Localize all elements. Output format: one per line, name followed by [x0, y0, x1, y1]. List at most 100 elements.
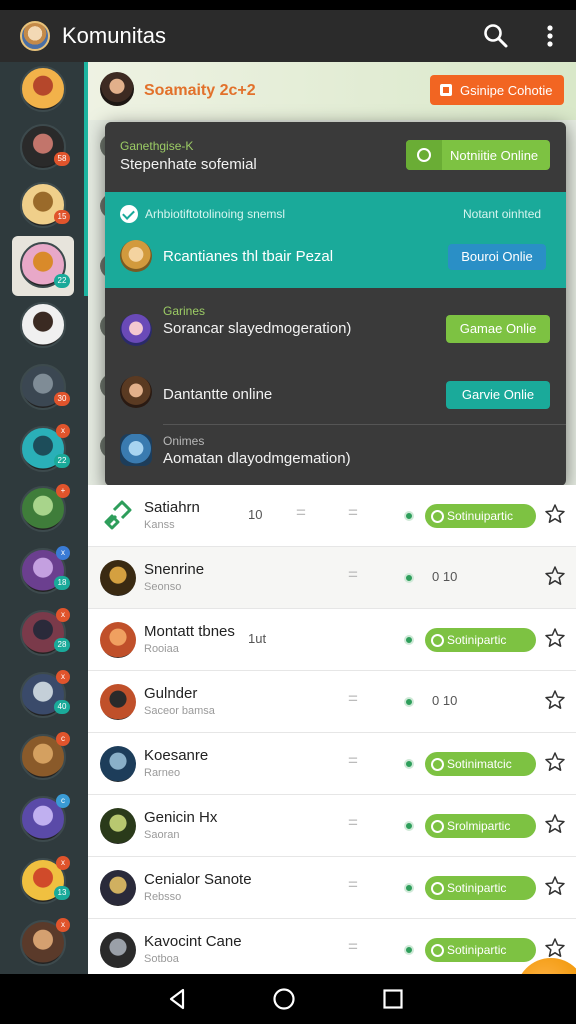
star-outline-icon[interactable]: [544, 627, 566, 649]
avatar: [120, 434, 152, 466]
list-item-sub: Rooiaa: [144, 643, 179, 655]
list-item[interactable]: Montatt tbnes Rooiaa 1ut Sotinipartic: [88, 609, 576, 671]
app-avatar[interactable]: [20, 21, 50, 51]
count-badge: 18: [54, 576, 70, 590]
count-badge: 30: [54, 392, 70, 406]
status-dot: x: [56, 608, 70, 622]
list-item[interactable]: Snenrine Seonso = 0 10: [88, 547, 576, 609]
rail-community-item[interactable]: x: [20, 918, 70, 966]
popup-item-button[interactable]: Garvie Onlie: [446, 381, 550, 409]
list-item-status: 0 10: [432, 693, 458, 708]
status-dot: c: [56, 794, 70, 808]
avatar: [20, 302, 66, 348]
list-item[interactable]: Koesanre Rarneo = Sotinimatcic: [88, 733, 576, 795]
status-dot: x: [56, 546, 70, 560]
community-rail: 58 15 22 30 22 x +18 x 28 x 40 x c c 13 x x: [0, 62, 88, 974]
rail-community-item[interactable]: 18 x: [20, 546, 70, 594]
popup-item[interactable]: Dantantte online Garvie Onlie: [105, 362, 566, 428]
count-badge: 28: [54, 638, 70, 652]
star-outline-icon[interactable]: [544, 689, 566, 711]
avatar: [100, 746, 136, 782]
popup-status-button[interactable]: Notniitie Online: [406, 140, 550, 170]
app-title: Komunitas: [62, 23, 166, 48]
link-icon: [104, 500, 132, 530]
rail-community-item[interactable]: c: [20, 732, 70, 780]
online-dot: [404, 697, 414, 707]
popup-item-button[interactable]: Gamae Onlie: [446, 315, 550, 343]
more-vert-icon[interactable]: [538, 22, 562, 50]
status-bar: [0, 0, 576, 10]
star-outline-icon[interactable]: [544, 751, 566, 773]
rail-community-item[interactable]: 13 x: [20, 856, 70, 904]
status-popup: Ganethgise-K Stepenhate sofemial Notniit…: [105, 122, 566, 486]
popup-title: Stepenhate sofemial: [120, 156, 257, 173]
rail-community-item[interactable]: 30: [20, 364, 70, 410]
rail-community-item[interactable]: [20, 302, 66, 348]
popup-item[interactable]: Onimes Aomatan dlayodmgemation): [105, 422, 566, 486]
recents-square-icon[interactable]: [380, 986, 406, 1012]
avatar: [100, 808, 136, 844]
avatar: [100, 684, 136, 720]
status-dot: x: [56, 424, 70, 438]
online-dot: [404, 573, 414, 583]
flag-icon: [440, 84, 452, 96]
featured-action-button[interactable]: Gsinipe Cohotie: [430, 75, 564, 105]
list-item[interactable]: Satiahrn Kanss 10 = = Sotinuipartic: [88, 485, 576, 547]
star-outline-icon[interactable]: [544, 565, 566, 587]
status-dot: x: [56, 918, 70, 932]
search-icon[interactable]: [482, 22, 510, 50]
popup-item-sub: Onimes: [163, 434, 205, 448]
popup-item[interactable]: Garines Sorancar slayedmogeration) Gamae…: [105, 292, 566, 358]
list-item-sub: Seonso: [144, 581, 182, 593]
featured-card[interactable]: Soamaity 2c+2 Gsinipe Cohotie: [88, 62, 576, 120]
participation-tag[interactable]: Sotinuipartic: [425, 504, 536, 528]
list-item-name: Snenrine: [144, 561, 205, 578]
star-outline-icon[interactable]: [544, 503, 566, 525]
rail-community-item[interactable]: [20, 66, 66, 112]
online-dot: [404, 945, 414, 955]
participation-tag[interactable]: Sotinipartic: [425, 938, 536, 962]
rail-community-item[interactable]: 28 x: [20, 608, 70, 656]
list-item-sub: Sotboa: [144, 953, 179, 965]
status-dot: +: [56, 484, 70, 498]
list-item[interactable]: Gulnder Saceor bamsa = 0 10: [88, 671, 576, 733]
list-item[interactable]: Genicin Hx Saoran = Srolmipartic: [88, 795, 576, 857]
rail-community-item[interactable]: c: [20, 794, 70, 842]
participation-tag[interactable]: Srolmipartic: [425, 814, 536, 838]
list-item-name: Cenialor Sanote: [144, 871, 252, 888]
selected-name: Rcantianes thl tbair Pezal: [163, 248, 334, 265]
count-badge: 40: [54, 700, 70, 714]
participation-tag[interactable]: Sotinipartic: [425, 876, 536, 900]
popup-item-name: Sorancar slayedmogeration): [163, 320, 352, 337]
list-item[interactable]: Kavocint Cane Sotboa = Sotinipartic: [88, 919, 576, 974]
home-circle-icon[interactable]: [271, 986, 297, 1012]
back-triangle-icon[interactable]: [164, 986, 190, 1012]
list-item-sub: Kanss: [144, 519, 175, 531]
rail-community-item[interactable]: 58: [20, 124, 70, 170]
rail-community-item[interactable]: 22 x: [20, 424, 70, 472]
status-dot: x: [56, 856, 70, 870]
rail-community-item[interactable]: 22: [12, 236, 74, 296]
main-panel: Soamaity 2c+2 Gsinipe Cohotie Ganethgise…: [88, 62, 576, 974]
selected-online-button[interactable]: Bouroi Onlie: [448, 244, 546, 270]
popup-status-label: Notniitie Online: [450, 147, 539, 163]
list-item-count: 1ut: [248, 631, 267, 646]
rail-community-item[interactable]: 40 x: [20, 670, 70, 718]
popup-item-name: Dantantte online: [163, 386, 273, 403]
popup-selected-item[interactable]: Arhbiotiftotolinoing snemsl Notant oinht…: [105, 192, 566, 288]
rail-community-item[interactable]: +: [20, 484, 70, 532]
count-badge: 15: [54, 210, 70, 224]
list-item-name: Satiahrn: [144, 499, 200, 516]
avatar: [100, 932, 136, 968]
equals-icon: =: [348, 503, 358, 522]
list-item[interactable]: Cenialor Sanote Rebsso = Sotinipartic: [88, 857, 576, 919]
rail-community-item[interactable]: 15: [20, 182, 70, 228]
star-outline-icon[interactable]: [544, 937, 566, 959]
star-outline-icon[interactable]: [544, 875, 566, 897]
participation-tag[interactable]: Sotinimatcic: [425, 752, 536, 776]
participation-tag[interactable]: Sotinipartic: [425, 628, 536, 652]
online-dot: [404, 883, 414, 893]
star-outline-icon[interactable]: [544, 813, 566, 835]
equals-icon: =: [348, 937, 358, 956]
selected-header: Arhbiotiftotolinoing snemsl: [145, 207, 286, 221]
